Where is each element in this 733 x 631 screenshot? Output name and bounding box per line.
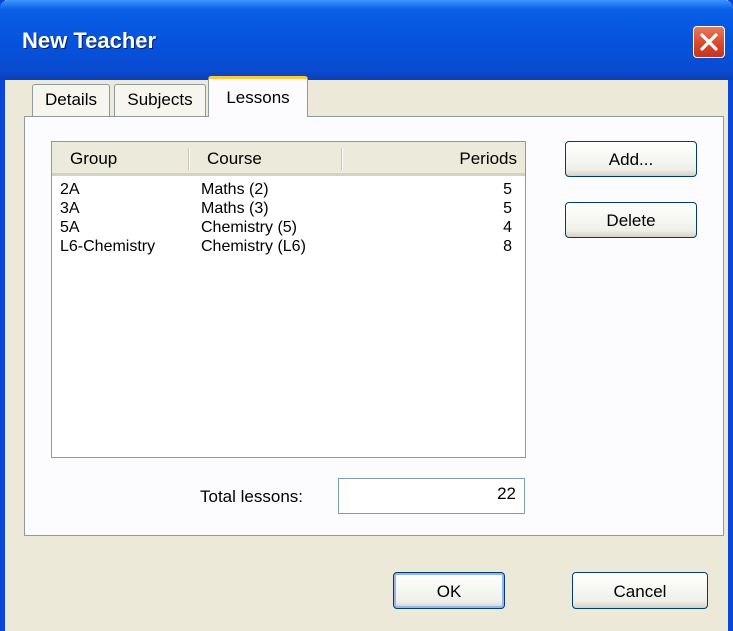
column-header-periods[interactable]: Periods	[459, 142, 517, 173]
close-button[interactable]	[693, 26, 725, 58]
total-lessons-label: Total lessons:	[200, 487, 303, 506]
table-row[interactable]: 2A Maths (2) 5	[52, 180, 525, 199]
cell-course: Maths (3)	[201, 200, 269, 217]
ok-button[interactable]: OK	[393, 572, 505, 609]
total-lessons-field: 22	[338, 478, 525, 514]
close-icon	[700, 33, 718, 51]
cell-group: L6-Chemistry	[60, 238, 156, 255]
column-separator[interactable]	[341, 148, 343, 170]
cell-course: Chemistry (L6)	[201, 238, 306, 255]
title-bar[interactable]: New Teacher	[0, 0, 733, 80]
cell-periods: 5	[503, 200, 512, 217]
cell-group: 2A	[60, 181, 80, 198]
tab-subjects[interactable]: Subjects	[114, 84, 206, 116]
column-header-course[interactable]: Course	[207, 142, 262, 173]
add-button[interactable]: Add...	[565, 141, 697, 177]
cell-periods: 5	[503, 181, 512, 198]
cell-course: Maths (2)	[201, 181, 269, 198]
table-row[interactable]: 5A Chemistry (5) 4	[52, 218, 525, 237]
lessons-list[interactable]: Group Course Periods 2A Maths (2) 5 3A M…	[51, 141, 526, 458]
list-header: Group Course Periods	[52, 142, 525, 176]
delete-button[interactable]: Delete	[565, 202, 697, 238]
cancel-button[interactable]: Cancel	[572, 572, 708, 609]
table-row[interactable]: 3A Maths (3) 5	[52, 199, 525, 218]
cell-periods: 8	[503, 238, 512, 255]
cell-group: 5A	[60, 219, 80, 236]
tab-lessons[interactable]: Lessons	[208, 76, 308, 117]
column-header-group[interactable]: Group	[70, 142, 117, 173]
window-title: New Teacher	[22, 28, 157, 53]
cell-periods: 4	[503, 219, 512, 236]
cell-group: 3A	[60, 200, 80, 217]
column-separator[interactable]	[188, 148, 190, 170]
cell-course: Chemistry (5)	[201, 219, 298, 236]
table-row[interactable]: L6-Chemistry Chemistry (L6) 8	[52, 237, 525, 256]
tab-details[interactable]: Details	[32, 84, 110, 116]
